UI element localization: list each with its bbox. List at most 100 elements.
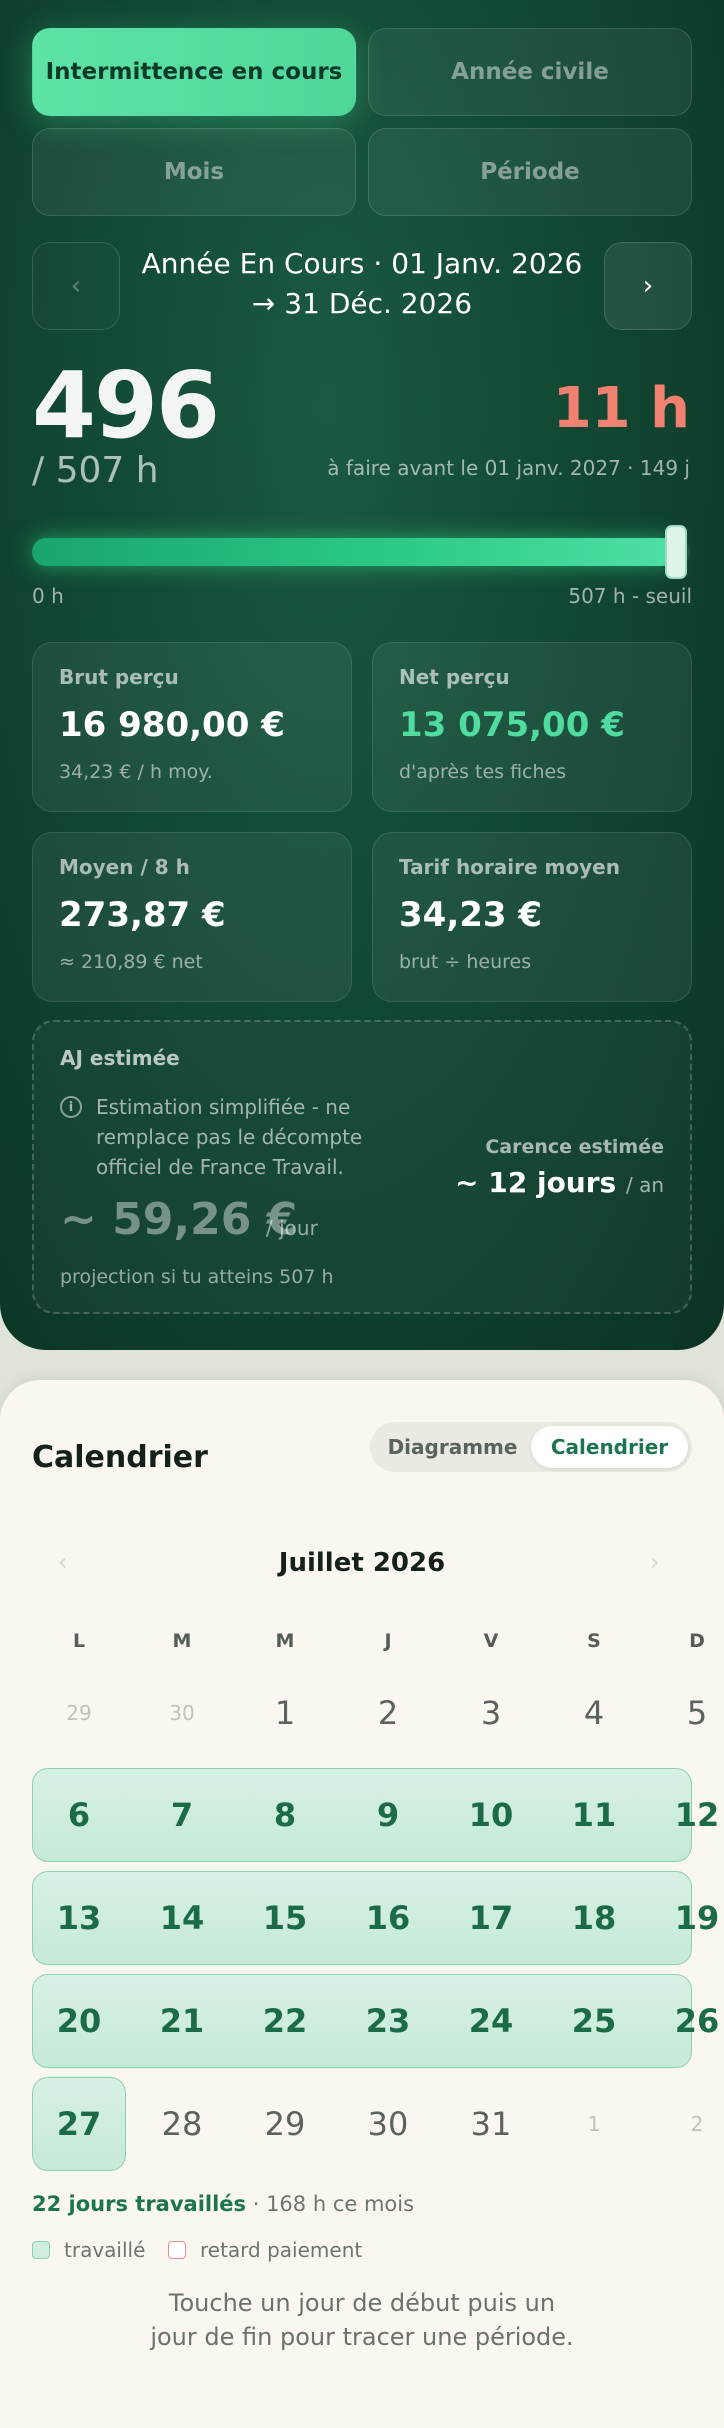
calendar-day[interactable]: 2	[341, 1666, 435, 1760]
mode-mois-button[interactable]: Mois	[32, 128, 356, 216]
chevron-right-icon: ›	[642, 271, 654, 301]
weekday-label: M	[172, 1630, 192, 1652]
calendar-day[interactable]: 30	[341, 2077, 435, 2171]
stat-tarif-title: Tarif horaire moyen	[399, 855, 620, 879]
worked-days-count: 22 jours travaillés	[32, 2192, 247, 2216]
aj-title: AJ estimée	[60, 1046, 180, 1070]
legend-worked: travaillé	[32, 2238, 145, 2262]
stat-brut-card: Brut perçu 16 980,00 € 34,23 € / h moy.	[32, 642, 352, 812]
calendar-day[interactable]: 3	[444, 1666, 538, 1760]
month-hours: · 168 h ce mois	[246, 2192, 415, 2216]
calendar-day-worked[interactable]: 6	[32, 1768, 126, 1862]
period-title-line2: → 31 Déc. 2026	[251, 287, 473, 320]
hours-remaining: 11 h	[552, 376, 690, 441]
view-calendar-tab[interactable]: Calendrier	[531, 1426, 688, 1468]
mode-annee-civile-button[interactable]: Année civile	[368, 28, 692, 116]
weekday-label: V	[483, 1630, 499, 1652]
stat-net-sub: d'après tes fiches	[399, 761, 567, 783]
chevron-right-icon: ›	[650, 1548, 660, 1576]
calendar-day[interactable]: 30	[135, 1666, 229, 1760]
stat-brut-title: Brut perçu	[59, 665, 179, 689]
period-title-line1: Année En Cours · 01 Janv. 2026	[141, 247, 583, 280]
legend-worked-swatch	[32, 2241, 50, 2259]
stat-tarif-sub: brut ÷ heures	[399, 951, 532, 973]
calendar-day-worked[interactable]: 22	[238, 1974, 332, 2068]
calendar-hint: Touche un jour de début puis un jour de …	[150, 2289, 574, 2351]
calendar-day-worked[interactable]: 26	[650, 1974, 724, 2068]
legend-late-label: retard paiement	[200, 2238, 363, 2262]
summary-card: Intermittence en cours Année civile Mois…	[0, 0, 724, 1350]
stat-net-value: 13 075,00 €	[399, 705, 625, 745]
calendar-day[interactable]: 29	[238, 2077, 332, 2171]
weekday-label: M	[275, 1630, 295, 1652]
stat-net-card: Net perçu 13 075,00 € d'après tes fiches	[372, 642, 692, 812]
aj-amount: ~ 59,26 €	[60, 1194, 298, 1245]
calendar-day-worked[interactable]: 20	[32, 1974, 126, 2068]
stat-net-title: Net perçu	[399, 665, 510, 689]
calendar-day-worked[interactable]: 14	[135, 1871, 229, 1965]
period-title: Année En Cours · 01 Janv. 2026 → 31 Déc.…	[130, 244, 594, 324]
mode-periode-button[interactable]: Période	[368, 128, 692, 216]
stat-moyen-sub: ≈ 210,89 € net	[59, 951, 203, 973]
hours-target: / 507 h	[32, 450, 159, 491]
stat-moyen-title: Moyen / 8 h	[59, 855, 190, 879]
calendar-day-worked[interactable]: 16	[341, 1871, 435, 1965]
calendar-day[interactable]: 1	[238, 1666, 332, 1760]
stat-tarif-value: 34,23 €	[399, 895, 543, 935]
calendar-day[interactable]: 5	[650, 1666, 724, 1760]
progress-bar-knob	[664, 525, 687, 579]
chevron-left-icon: ‹	[70, 271, 82, 301]
weekday-label: D	[689, 1630, 705, 1652]
deadline-note: à faire avant le 01 janv. 2027 · 149 j	[327, 456, 690, 480]
weekday-label: J	[384, 1630, 392, 1652]
calendar-day-worked[interactable]: 24	[444, 1974, 538, 2068]
next-month-button[interactable]: ›	[650, 1548, 660, 1576]
aj-projection: projection si tu atteins 507 h	[60, 1266, 334, 1288]
calendar-day-worked[interactable]: 18	[547, 1871, 641, 1965]
calendar-day-worked[interactable]: 10	[444, 1768, 538, 1862]
stat-moyen-card: Moyen / 8 h 273,87 € ≈ 210,89 € net	[32, 832, 352, 1002]
calendar-day-worked[interactable]: 19	[650, 1871, 724, 1965]
legend-late: retard paiement	[168, 2238, 362, 2262]
weekday-label: L	[72, 1630, 86, 1652]
calendar-day-worked[interactable]: 13	[32, 1871, 126, 1965]
calendar-day[interactable]: 31	[444, 2077, 538, 2171]
calendar-day-worked[interactable]: 27	[32, 2077, 126, 2171]
previous-period-button[interactable]: ‹	[32, 242, 120, 330]
calendar-day-worked[interactable]: 9	[341, 1768, 435, 1862]
calendar-day-worked[interactable]: 7	[135, 1768, 229, 1862]
stat-tarif-card: Tarif horaire moyen 34,23 € brut ÷ heure…	[372, 832, 692, 1002]
calendar-day-worked[interactable]: 21	[135, 1974, 229, 2068]
calendar-day-worked[interactable]: 25	[547, 1974, 641, 2068]
progress-bar	[32, 525, 690, 579]
next-period-button[interactable]: ›	[604, 242, 692, 330]
weekday-label: S	[587, 1630, 601, 1652]
carence-title: Carence estimée	[485, 1136, 664, 1158]
aj-amount-unit: / jour	[266, 1216, 318, 1240]
hours-done: 496	[32, 352, 220, 459]
calendar-day[interactable]: 2	[650, 2077, 724, 2171]
calendar-day-worked[interactable]: 12	[650, 1768, 724, 1862]
progress-max-label: 507 h - seuil	[568, 584, 692, 608]
calendar-day-worked[interactable]: 23	[341, 1974, 435, 2068]
view-diagram-tab[interactable]: Diagramme	[374, 1426, 531, 1468]
calendar-day[interactable]: 29	[32, 1666, 126, 1760]
calendar-day[interactable]: 1	[547, 2077, 641, 2171]
info-icon: i	[60, 1096, 82, 1118]
calendar-day-worked[interactable]: 8	[238, 1768, 332, 1862]
mode-intermittence-button[interactable]: Intermittence en cours	[32, 28, 356, 116]
calendar-sheet: Calendrier Diagramme Calendrier ‹ Juille…	[0, 1380, 724, 2428]
calendar-day[interactable]: 28	[135, 2077, 229, 2171]
month-summary: 22 jours travaillés · 168 h ce mois	[32, 2192, 414, 2216]
stat-brut-value: 16 980,00 €	[59, 705, 285, 745]
calendar-title: Calendrier	[32, 1440, 208, 1475]
month-title: Juillet 2026	[278, 1548, 446, 1578]
calendar-day-worked[interactable]: 11	[547, 1768, 641, 1862]
calendar-day-worked[interactable]: 15	[238, 1871, 332, 1965]
calendar-day[interactable]: 4	[547, 1666, 641, 1760]
calendar-day-worked[interactable]: 17	[444, 1871, 538, 1965]
carence-value: ~ 12 jours / an	[455, 1166, 664, 1199]
progress-bar-fill	[32, 538, 676, 566]
progress-min-label: 0 h	[32, 584, 64, 608]
carence-days: ~ 12 jours	[455, 1166, 617, 1199]
